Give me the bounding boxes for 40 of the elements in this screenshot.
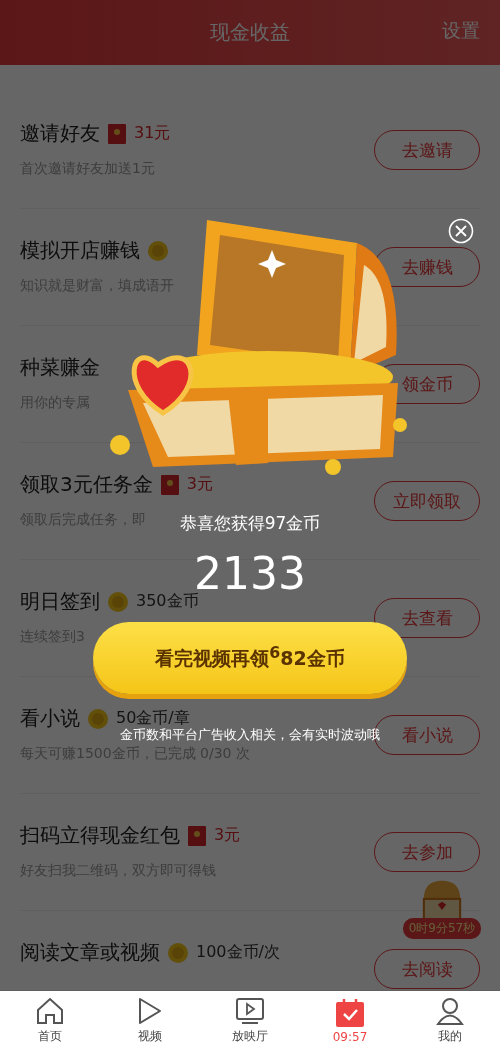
user-icon[interactable] (436, 997, 464, 1025)
reward-amount: 50金币/章 (116, 708, 190, 728)
task-action-button[interactable]: 去查看 (374, 598, 480, 638)
nav-tab[interactable]: 09:57 (300, 991, 400, 1051)
envelope-icon (188, 825, 206, 846)
home-icon[interactable] (35, 997, 65, 1025)
task-title: 看小说 (20, 705, 80, 732)
coin-icon (88, 708, 108, 729)
reward-amount: 3元 (186, 474, 213, 495)
reward-amount: 100金币/次 (196, 942, 280, 963)
task-action-button[interactable]: 去参加 (374, 832, 480, 872)
nav-tab[interactable]: 放映厅 (200, 991, 300, 1051)
countdown-timer: 0时9分57秒 (402, 918, 482, 939)
task-title: 明日签到 (20, 588, 100, 615)
coin-icon (108, 591, 128, 612)
nav-tab[interactable]: 视频 (100, 991, 200, 1051)
task-action-button[interactable]: 立即领取 (374, 481, 480, 521)
coin-icon (148, 240, 168, 261)
tv-icon[interactable] (235, 997, 265, 1025)
envelope-icon (160, 474, 179, 495)
task-title: 领取3元任务金 (20, 471, 153, 498)
task-title: 阅读文章或视频 (20, 939, 160, 966)
task-title: 邀请好友 (20, 120, 100, 147)
task-action-button[interactable]: 去邀请 (374, 130, 480, 170)
settings-link[interactable]: 设置 (442, 18, 480, 44)
reward-amount: 3元 (214, 825, 241, 846)
task-title: 种菜赚金 (20, 354, 100, 381)
play-icon[interactable] (137, 997, 163, 1025)
calendar-check-icon[interactable] (336, 998, 364, 1027)
coin-icon (168, 942, 188, 963)
task-action-button[interactable]: 去阅读 (374, 949, 480, 989)
reward-message: 恭喜您获得97金币 (179, 512, 321, 535)
reward-amount: 31元 (134, 123, 171, 144)
nav-tab[interactable]: 我的 (400, 991, 500, 1051)
page-title: 现金收益 (210, 19, 290, 46)
nav-tab[interactable]: 首页 (0, 991, 100, 1051)
task-title: 扫码立得现金红包 (20, 822, 180, 849)
task-title: 模拟开店赚钱 (20, 237, 140, 264)
close-button[interactable] (448, 218, 474, 244)
envelope-icon (108, 123, 126, 144)
